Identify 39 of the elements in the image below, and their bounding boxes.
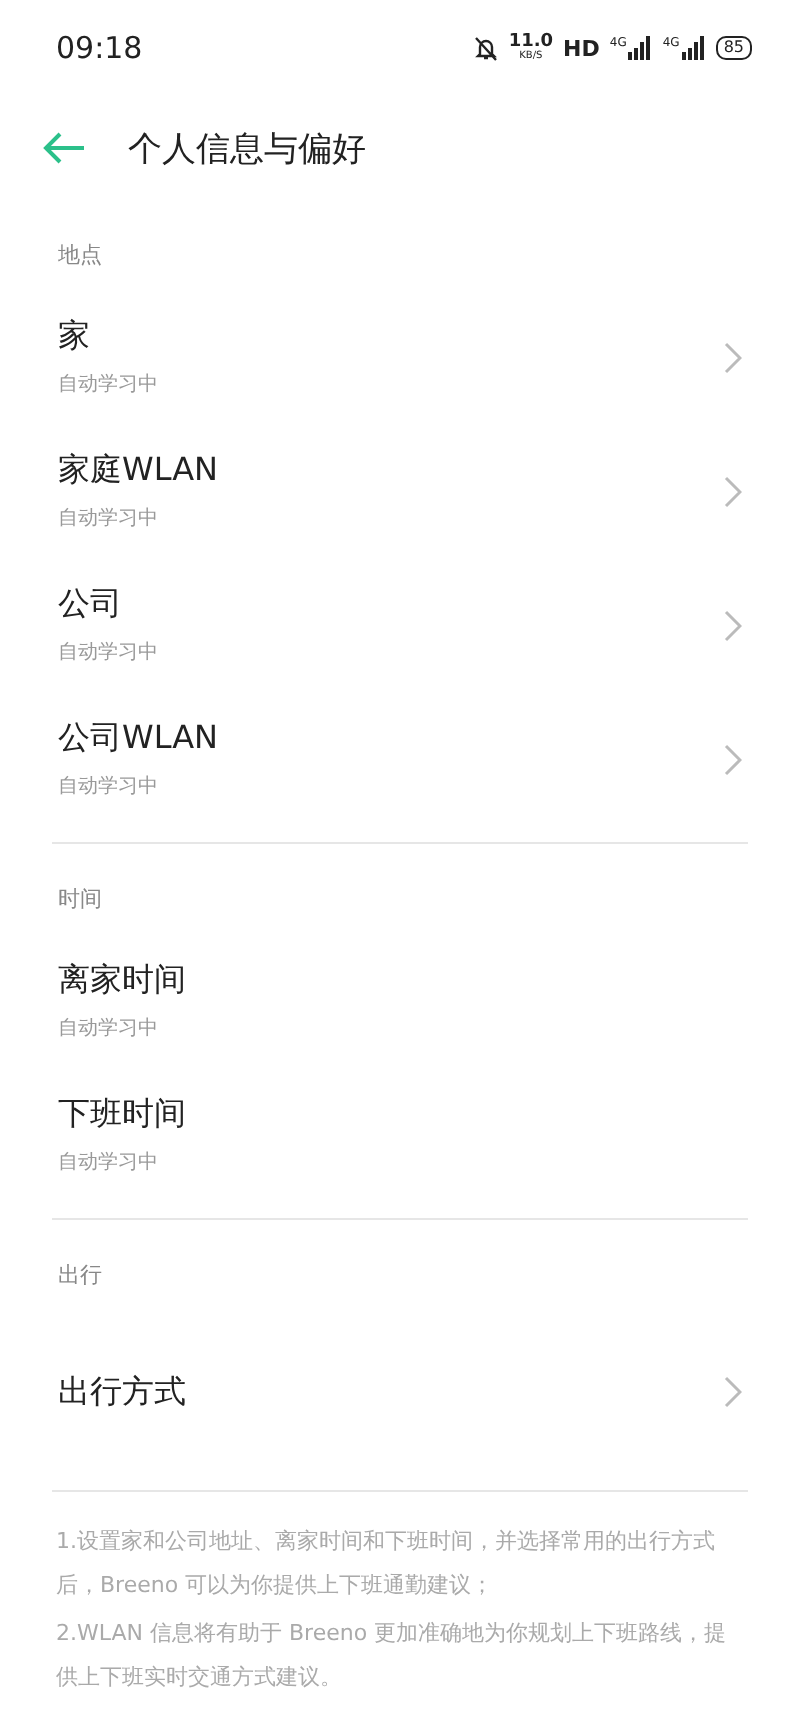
item-title: 家 (58, 316, 92, 358)
chevron-icon (722, 609, 742, 641)
section-title: 出行 (56, 1260, 104, 1292)
section-title: 时间 (56, 884, 104, 916)
item-subtitle: 自动学习中 (58, 639, 158, 666)
item-title: 公司WLAN (58, 718, 219, 760)
settings-item[interactable]: 出行方式 (52, 1310, 748, 1474)
settings-item[interactable]: 家庭WLAN 自动学习中 (52, 424, 748, 558)
signal-icon (681, 36, 706, 60)
back-arrow-icon[interactable] (40, 128, 88, 168)
page-title: 个人信息与偏好 (128, 127, 366, 171)
chevron-icon (722, 475, 742, 507)
item-subtitle: 自动学习中 (58, 1149, 160, 1176)
item-subtitle: 自动学习中 (58, 773, 160, 800)
item-title: 下班时间 (58, 1094, 186, 1136)
note-text: 1.设置家和公司地址、离家时间和下班时间，并选择常用的出行方式后，Breeno 可以为你提供上下班通勤建议； (56, 1526, 717, 1602)
item-subtitle: 自动学习中 (58, 371, 158, 398)
section-title: 地点 (56, 240, 104, 272)
item-title: 公司 (58, 584, 124, 626)
chevron-icon (722, 1376, 742, 1408)
chevron-icon (722, 341, 742, 373)
chevron-icon (722, 743, 742, 775)
item-subtitle: 自动学习中 (58, 1015, 160, 1042)
item-subtitle: 自动学习中 (58, 505, 160, 532)
muted-bell-icon (474, 35, 499, 61)
item-title: 家庭WLAN (58, 450, 219, 492)
network-speed: 11.0 (508, 34, 554, 52)
settings-item[interactable]: 离家时间 自动学习中 (52, 934, 748, 1068)
settings-item[interactable]: 公司WLAN 自动学习中 (52, 692, 748, 826)
signal-icon (628, 36, 653, 60)
battery-level: 85 (715, 36, 752, 60)
settings-item[interactable]: 下班时间 自动学习中 (52, 1068, 748, 1202)
item-title: 出行方式 (58, 1371, 186, 1413)
settings-item[interactable]: 公司 自动学习中 (52, 558, 748, 692)
hd-indicator: HD (563, 35, 600, 61)
item-title: 离家时间 (58, 960, 186, 1002)
settings-item[interactable]: 家 自动学习中 (52, 290, 748, 424)
status-time: 09:18 (56, 30, 143, 66)
note-text: 2.WLAN 信息将有助于 Breeno 更加准确地为你规划上下班路线，提供上下班实时交通方式建议。 (56, 1618, 729, 1694)
